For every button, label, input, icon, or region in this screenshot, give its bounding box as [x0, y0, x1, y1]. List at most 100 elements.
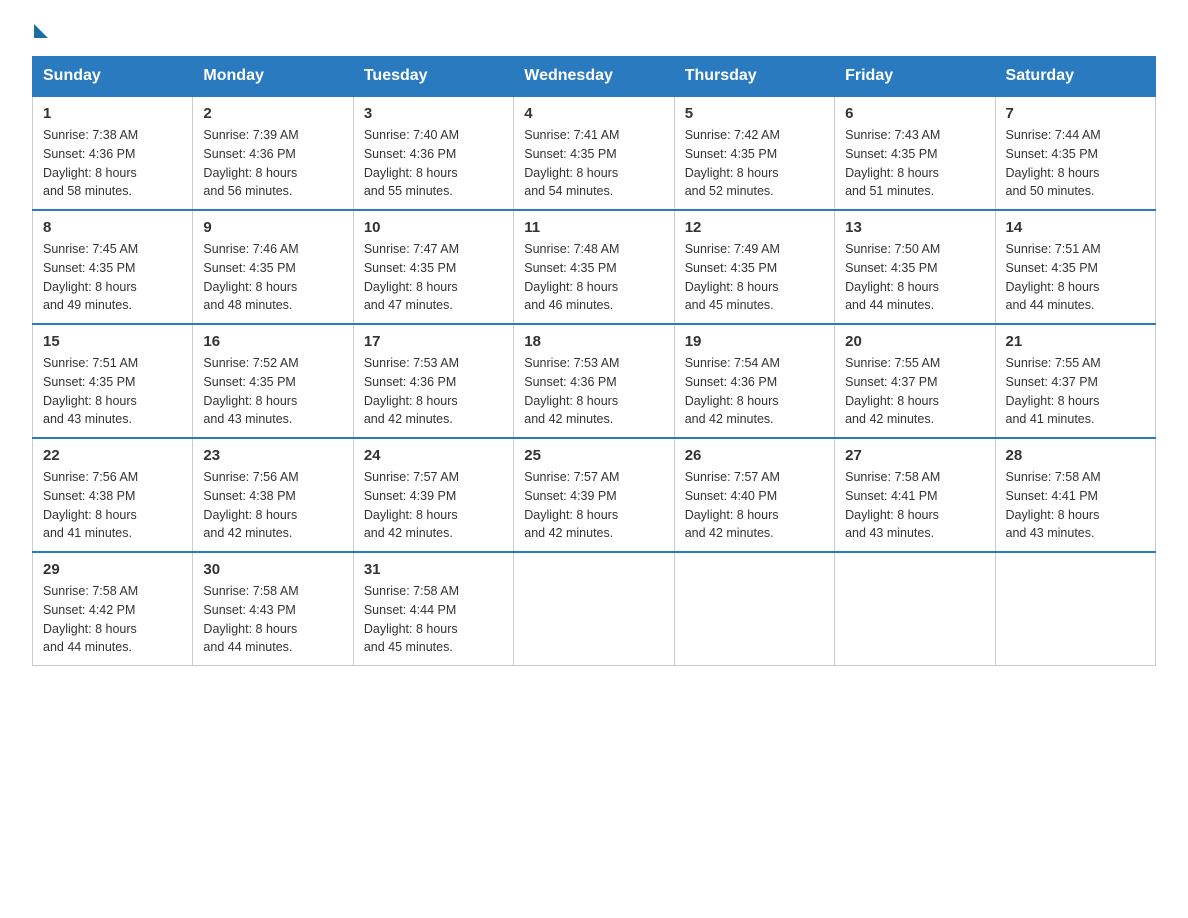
- calendar-day-cell: 11 Sunrise: 7:48 AMSunset: 4:35 PMDaylig…: [514, 210, 674, 324]
- day-info: Sunrise: 7:56 AMSunset: 4:38 PMDaylight:…: [43, 468, 182, 543]
- column-header-saturday: Saturday: [995, 57, 1155, 97]
- calendar-day-cell: 24 Sunrise: 7:57 AMSunset: 4:39 PMDaylig…: [353, 438, 513, 552]
- calendar-week-row: 29 Sunrise: 7:58 AMSunset: 4:42 PMDaylig…: [33, 552, 1156, 666]
- day-info: Sunrise: 7:38 AMSunset: 4:36 PMDaylight:…: [43, 126, 182, 201]
- calendar-empty-cell: [995, 552, 1155, 666]
- day-number: 27: [845, 447, 984, 464]
- column-header-thursday: Thursday: [674, 57, 834, 97]
- column-header-tuesday: Tuesday: [353, 57, 513, 97]
- day-info: Sunrise: 7:44 AMSunset: 4:35 PMDaylight:…: [1006, 126, 1145, 201]
- day-info: Sunrise: 7:58 AMSunset: 4:44 PMDaylight:…: [364, 582, 503, 657]
- day-number: 15: [43, 333, 182, 350]
- day-info: Sunrise: 7:56 AMSunset: 4:38 PMDaylight:…: [203, 468, 342, 543]
- calendar-day-cell: 31 Sunrise: 7:58 AMSunset: 4:44 PMDaylig…: [353, 552, 513, 666]
- day-number: 25: [524, 447, 663, 464]
- calendar-table: SundayMondayTuesdayWednesdayThursdayFrid…: [32, 56, 1156, 666]
- day-number: 3: [364, 105, 503, 122]
- day-number: 1: [43, 105, 182, 122]
- day-number: 17: [364, 333, 503, 350]
- calendar-week-row: 1 Sunrise: 7:38 AMSunset: 4:36 PMDayligh…: [33, 96, 1156, 210]
- calendar-day-cell: 12 Sunrise: 7:49 AMSunset: 4:35 PMDaylig…: [674, 210, 834, 324]
- day-info: Sunrise: 7:58 AMSunset: 4:41 PMDaylight:…: [1006, 468, 1145, 543]
- calendar-empty-cell: [835, 552, 995, 666]
- calendar-day-cell: 20 Sunrise: 7:55 AMSunset: 4:37 PMDaylig…: [835, 324, 995, 438]
- calendar-day-cell: 19 Sunrise: 7:54 AMSunset: 4:36 PMDaylig…: [674, 324, 834, 438]
- logo: [32, 24, 48, 40]
- day-info: Sunrise: 7:47 AMSunset: 4:35 PMDaylight:…: [364, 240, 503, 315]
- calendar-day-cell: 1 Sunrise: 7:38 AMSunset: 4:36 PMDayligh…: [33, 96, 193, 210]
- day-number: 30: [203, 561, 342, 578]
- day-number: 8: [43, 219, 182, 236]
- day-info: Sunrise: 7:58 AMSunset: 4:41 PMDaylight:…: [845, 468, 984, 543]
- day-info: Sunrise: 7:57 AMSunset: 4:40 PMDaylight:…: [685, 468, 824, 543]
- calendar-day-cell: 28 Sunrise: 7:58 AMSunset: 4:41 PMDaylig…: [995, 438, 1155, 552]
- calendar-day-cell: 2 Sunrise: 7:39 AMSunset: 4:36 PMDayligh…: [193, 96, 353, 210]
- calendar-day-cell: 14 Sunrise: 7:51 AMSunset: 4:35 PMDaylig…: [995, 210, 1155, 324]
- calendar-day-cell: 3 Sunrise: 7:40 AMSunset: 4:36 PMDayligh…: [353, 96, 513, 210]
- day-number: 28: [1006, 447, 1145, 464]
- calendar-day-cell: 6 Sunrise: 7:43 AMSunset: 4:35 PMDayligh…: [835, 96, 995, 210]
- day-number: 31: [364, 561, 503, 578]
- day-info: Sunrise: 7:40 AMSunset: 4:36 PMDaylight:…: [364, 126, 503, 201]
- day-info: Sunrise: 7:50 AMSunset: 4:35 PMDaylight:…: [845, 240, 984, 315]
- calendar-day-cell: 26 Sunrise: 7:57 AMSunset: 4:40 PMDaylig…: [674, 438, 834, 552]
- day-info: Sunrise: 7:51 AMSunset: 4:35 PMDaylight:…: [1006, 240, 1145, 315]
- calendar-day-cell: 4 Sunrise: 7:41 AMSunset: 4:35 PMDayligh…: [514, 96, 674, 210]
- day-info: Sunrise: 7:46 AMSunset: 4:35 PMDaylight:…: [203, 240, 342, 315]
- calendar-week-row: 8 Sunrise: 7:45 AMSunset: 4:35 PMDayligh…: [33, 210, 1156, 324]
- day-number: 13: [845, 219, 984, 236]
- day-number: 7: [1006, 105, 1145, 122]
- day-info: Sunrise: 7:54 AMSunset: 4:36 PMDaylight:…: [685, 354, 824, 429]
- day-number: 24: [364, 447, 503, 464]
- logo-arrow-icon: [34, 24, 48, 38]
- page-header: [32, 24, 1156, 40]
- column-header-sunday: Sunday: [33, 57, 193, 97]
- calendar-day-cell: 10 Sunrise: 7:47 AMSunset: 4:35 PMDaylig…: [353, 210, 513, 324]
- day-number: 22: [43, 447, 182, 464]
- calendar-header-row: SundayMondayTuesdayWednesdayThursdayFrid…: [33, 57, 1156, 97]
- day-number: 9: [203, 219, 342, 236]
- day-number: 21: [1006, 333, 1145, 350]
- calendar-day-cell: 8 Sunrise: 7:45 AMSunset: 4:35 PMDayligh…: [33, 210, 193, 324]
- day-number: 5: [685, 105, 824, 122]
- day-number: 19: [685, 333, 824, 350]
- calendar-day-cell: 17 Sunrise: 7:53 AMSunset: 4:36 PMDaylig…: [353, 324, 513, 438]
- column-header-friday: Friday: [835, 57, 995, 97]
- day-number: 26: [685, 447, 824, 464]
- calendar-day-cell: 30 Sunrise: 7:58 AMSunset: 4:43 PMDaylig…: [193, 552, 353, 666]
- calendar-day-cell: 7 Sunrise: 7:44 AMSunset: 4:35 PMDayligh…: [995, 96, 1155, 210]
- day-number: 4: [524, 105, 663, 122]
- day-number: 29: [43, 561, 182, 578]
- day-number: 11: [524, 219, 663, 236]
- calendar-day-cell: 25 Sunrise: 7:57 AMSunset: 4:39 PMDaylig…: [514, 438, 674, 552]
- day-number: 16: [203, 333, 342, 350]
- column-header-wednesday: Wednesday: [514, 57, 674, 97]
- calendar-day-cell: 27 Sunrise: 7:58 AMSunset: 4:41 PMDaylig…: [835, 438, 995, 552]
- day-number: 14: [1006, 219, 1145, 236]
- day-info: Sunrise: 7:55 AMSunset: 4:37 PMDaylight:…: [845, 354, 984, 429]
- calendar-day-cell: 9 Sunrise: 7:46 AMSunset: 4:35 PMDayligh…: [193, 210, 353, 324]
- day-info: Sunrise: 7:51 AMSunset: 4:35 PMDaylight:…: [43, 354, 182, 429]
- day-info: Sunrise: 7:49 AMSunset: 4:35 PMDaylight:…: [685, 240, 824, 315]
- day-number: 12: [685, 219, 824, 236]
- day-info: Sunrise: 7:45 AMSunset: 4:35 PMDaylight:…: [43, 240, 182, 315]
- day-info: Sunrise: 7:58 AMSunset: 4:42 PMDaylight:…: [43, 582, 182, 657]
- calendar-day-cell: 5 Sunrise: 7:42 AMSunset: 4:35 PMDayligh…: [674, 96, 834, 210]
- day-info: Sunrise: 7:57 AMSunset: 4:39 PMDaylight:…: [524, 468, 663, 543]
- day-info: Sunrise: 7:53 AMSunset: 4:36 PMDaylight:…: [364, 354, 503, 429]
- calendar-day-cell: 18 Sunrise: 7:53 AMSunset: 4:36 PMDaylig…: [514, 324, 674, 438]
- day-info: Sunrise: 7:58 AMSunset: 4:43 PMDaylight:…: [203, 582, 342, 657]
- day-number: 20: [845, 333, 984, 350]
- day-number: 18: [524, 333, 663, 350]
- calendar-empty-cell: [674, 552, 834, 666]
- calendar-day-cell: 29 Sunrise: 7:58 AMSunset: 4:42 PMDaylig…: [33, 552, 193, 666]
- day-info: Sunrise: 7:52 AMSunset: 4:35 PMDaylight:…: [203, 354, 342, 429]
- day-info: Sunrise: 7:42 AMSunset: 4:35 PMDaylight:…: [685, 126, 824, 201]
- calendar-day-cell: 13 Sunrise: 7:50 AMSunset: 4:35 PMDaylig…: [835, 210, 995, 324]
- calendar-empty-cell: [514, 552, 674, 666]
- day-info: Sunrise: 7:55 AMSunset: 4:37 PMDaylight:…: [1006, 354, 1145, 429]
- column-header-monday: Monday: [193, 57, 353, 97]
- day-number: 10: [364, 219, 503, 236]
- day-info: Sunrise: 7:53 AMSunset: 4:36 PMDaylight:…: [524, 354, 663, 429]
- day-number: 2: [203, 105, 342, 122]
